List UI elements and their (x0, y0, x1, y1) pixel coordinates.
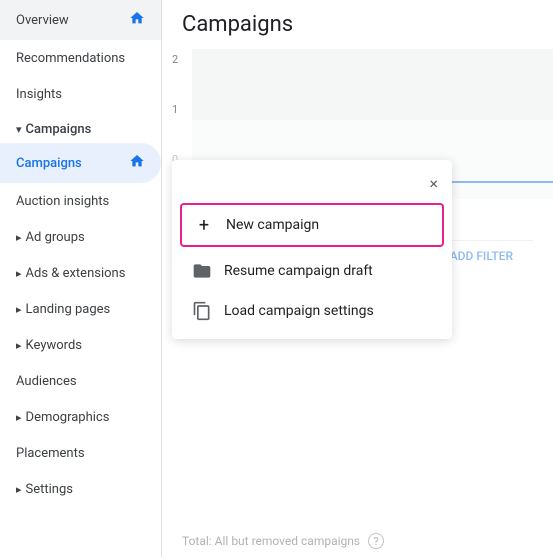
sidebar-item-label: Insights (16, 87, 62, 102)
sidebar-item-insights[interactable]: Insights (0, 76, 161, 112)
sidebar-item-label: Settings (26, 482, 73, 497)
sidebar-item-label: Overview (16, 13, 69, 28)
load-settings-label: Load campaign settings (224, 303, 374, 319)
sidebar-item-label: Demographics (26, 410, 110, 425)
campaign-dropdown: × + New campaign Resume campaign draft L… (172, 160, 452, 339)
chevron-down-icon: ▾ (16, 123, 22, 136)
y-label-2: 2 (172, 53, 178, 66)
sidebar-item-campaigns[interactable]: Campaigns (0, 143, 161, 183)
sidebar-item-ad-groups[interactable]: ▸ Ad groups (0, 219, 161, 255)
sidebar: Overview Recommendations Insights ▾ Camp… (0, 0, 162, 557)
resume-draft-label: Resume campaign draft (224, 263, 373, 279)
chevron-right-icon: ▸ (16, 267, 22, 280)
sidebar-item-demographics[interactable]: ▸ Demographics (0, 399, 161, 435)
sidebar-item-audiences[interactable]: Audiences (0, 363, 161, 399)
load-settings-item[interactable]: Load campaign settings (172, 291, 452, 331)
sidebar-item-recommendations[interactable]: Recommendations (0, 40, 161, 76)
sidebar-item-label: Landing pages (26, 302, 111, 317)
sidebar-item-label: Recommendations (16, 51, 125, 66)
plus-icon: + (194, 215, 214, 235)
page-title: Campaigns (182, 12, 533, 37)
sidebar-section-campaigns: ▾ Campaigns (0, 112, 161, 143)
sidebar-item-auction-insights[interactable]: Auction insights (0, 183, 161, 219)
close-button[interactable]: × (423, 172, 444, 195)
section-label: Campaigns (26, 122, 92, 137)
page-header: Campaigns (162, 0, 553, 49)
y-label-1: 1 (172, 103, 178, 116)
sidebar-item-landing-pages[interactable]: ▸ Landing pages (0, 291, 161, 327)
sidebar-item-label: Audiences (16, 374, 77, 389)
chevron-right-icon: ▸ (16, 303, 22, 316)
folder-icon (192, 261, 212, 281)
resume-draft-item[interactable]: Resume campaign draft (172, 251, 452, 291)
chevron-right-icon: ▸ (16, 411, 22, 424)
sidebar-item-keywords[interactable]: ▸ Keywords (0, 327, 161, 363)
sidebar-item-overview[interactable]: Overview (0, 0, 161, 40)
home-icon-active (129, 153, 145, 173)
chevron-right-icon: ▸ (16, 339, 22, 352)
sidebar-item-settings[interactable]: ▸ Settings (0, 471, 161, 507)
dropdown-header: × (172, 168, 452, 203)
sidebar-item-placements[interactable]: Placements (0, 435, 161, 471)
copy-icon (192, 301, 212, 321)
sidebar-item-label: Ads & extensions (26, 266, 126, 281)
sidebar-item-label: Auction insights (16, 194, 109, 209)
sidebar-item-label: Keywords (26, 338, 82, 353)
new-campaign-label: New campaign (226, 217, 319, 233)
main-content: Campaigns 2 1 0 Dec 31, 2020 ADD FILTER … (162, 0, 553, 557)
home-icon (129, 10, 145, 30)
sidebar-item-label: Campaigns (16, 156, 82, 171)
sidebar-item-ads-extensions[interactable]: ▸ Ads & extensions (0, 255, 161, 291)
new-campaign-item[interactable]: + New campaign (180, 203, 444, 247)
chevron-right-icon: ▸ (16, 483, 22, 496)
sidebar-item-label: Placements (16, 446, 85, 461)
sidebar-item-label: Ad groups (26, 230, 85, 245)
chevron-right-icon: ▸ (16, 231, 22, 244)
